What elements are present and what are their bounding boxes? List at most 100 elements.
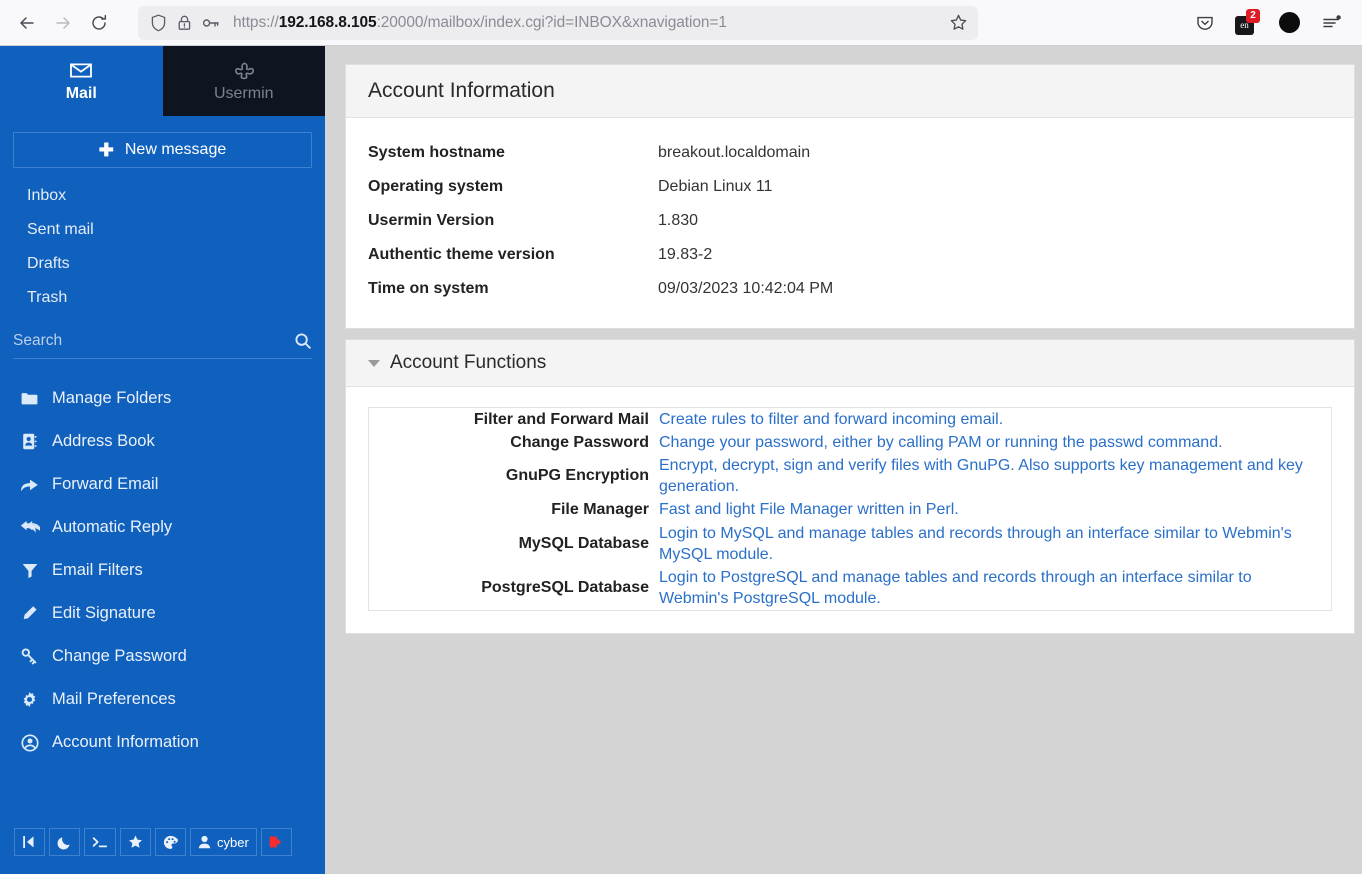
dark-mode-button[interactable] [49, 828, 80, 856]
url-path: :20000/mailbox/index.cgi?id=INBOX&xnavig… [377, 14, 727, 31]
sidebar-item-edit-signature[interactable]: Edit Signature [0, 592, 325, 635]
terminal-icon [92, 836, 108, 849]
sidebar-item-mail-preferences[interactable]: Mail Preferences [0, 678, 325, 721]
table-row: Time on system 09/03/2023 10:42:04 PM [368, 272, 833, 306]
account-information-body: System hostname breakout.localdomain Ope… [346, 118, 1354, 328]
sidebar-item-sent-mail[interactable]: Sent mail [0, 213, 325, 247]
star-outline-icon [949, 13, 968, 32]
extension-icon: en 2 [1235, 11, 1259, 35]
sidebar-item-drafts[interactable]: Drafts [0, 247, 325, 281]
url-host: 192.168.8.105 [279, 14, 377, 31]
search-input[interactable] [13, 332, 294, 350]
navigation-buttons [10, 6, 116, 40]
function-description-link[interactable]: Login to PostgreSQL and manage tables an… [659, 566, 1331, 610]
sidebar-item-forward-email[interactable]: Forward Email [0, 463, 325, 506]
gear-icon-svg [21, 691, 38, 708]
sidebar: Mail Usermin ✚ New message Inbox Sent ma… [0, 46, 325, 874]
sidebar-item-label: Email Filters [52, 561, 143, 580]
url-scheme: https:// [233, 14, 279, 31]
sidebar-footer: cyber [0, 828, 325, 874]
sidebar-item-label: Forward Email [52, 475, 158, 494]
account-functions-header[interactable]: Account Functions [346, 340, 1354, 387]
account-circle-icon [1279, 12, 1300, 33]
function-description-link[interactable]: Create rules to filter and forward incom… [659, 408, 1331, 431]
app-menu-button[interactable] [1316, 8, 1346, 38]
search-icon[interactable] [294, 332, 312, 350]
key-icon[interactable] [202, 15, 220, 31]
pencil-icon-svg [21, 605, 38, 622]
reply-all-icon-svg [20, 520, 40, 536]
plus-icon: ✚ [99, 141, 114, 159]
pocket-button[interactable] [1190, 8, 1220, 38]
table-row: Usermin Version 1.830 [368, 204, 833, 238]
reload-icon [89, 13, 109, 33]
sidebar-item-address-book[interactable]: Address Book [0, 420, 325, 463]
user-circle-icon [19, 734, 40, 752]
key-icon-svg [202, 15, 220, 31]
shield-icon[interactable] [150, 14, 167, 32]
function-description-link[interactable]: Change your password, either by calling … [659, 431, 1331, 454]
pocket-icon [1195, 13, 1215, 33]
folder-label: Drafts [27, 255, 70, 273]
reload-button[interactable] [82, 6, 116, 40]
table-row: System hostname breakout.localdomain [368, 136, 833, 170]
user-button[interactable]: cyber [190, 828, 257, 856]
function-description-link[interactable]: Fast and light File Manager written in P… [659, 498, 1331, 521]
translate-extension-button[interactable]: en 2 [1232, 8, 1262, 38]
browser-toolbar-actions: en 2 [1190, 8, 1352, 38]
row-key: Operating system [368, 170, 658, 204]
new-message-button[interactable]: ✚ New message [13, 132, 312, 168]
row-key: Time on system [368, 272, 658, 306]
table-row: PostgreSQL Database Login to PostgreSQL … [369, 566, 1331, 610]
function-name: GnuPG Encryption [369, 454, 659, 498]
table-row: File Manager Fast and light File Manager… [369, 498, 1331, 521]
account-functions-body: Filter and Forward Mail Create rules to … [346, 387, 1354, 633]
filter-icon-svg [22, 563, 38, 578]
sidebar-item-label: Mail Preferences [52, 690, 176, 709]
sidebar-item-change-password[interactable]: Change Password [0, 635, 325, 678]
folder-label: Inbox [27, 187, 66, 205]
chevron-down-icon[interactable] [368, 360, 380, 367]
back-button[interactable] [10, 6, 44, 40]
sidebar-item-label: Automatic Reply [52, 518, 172, 537]
sidebar-item-automatic-reply[interactable]: Automatic Reply [0, 506, 325, 549]
envelope-icon-svg [70, 62, 92, 79]
logout-button[interactable] [261, 828, 292, 856]
lock-warning-icon[interactable] [176, 14, 193, 32]
forward-button[interactable] [46, 6, 80, 40]
key-icon [19, 648, 40, 665]
product-tabs: Mail Usermin [0, 46, 325, 116]
row-value: 1.830 [658, 204, 833, 238]
function-name: PostgreSQL Database [369, 566, 659, 610]
url-text[interactable]: https://192.168.8.105:20000/mailbox/inde… [229, 14, 940, 32]
function-description-link[interactable]: Encrypt, decrypt, sign and verify files … [659, 454, 1331, 498]
shield-icon-svg [150, 14, 167, 32]
function-description-link[interactable]: Login to MySQL and manage tables and rec… [659, 522, 1331, 566]
function-name: MySQL Database [369, 522, 659, 566]
sidebar-item-trash[interactable]: Trash [0, 281, 325, 315]
tab-usermin[interactable]: Usermin [163, 46, 326, 116]
table-row: Change Password Change your password, ei… [369, 431, 1331, 454]
function-name: Change Password [369, 431, 659, 454]
user-name-label: cyber [217, 835, 249, 850]
sidebar-item-email-filters[interactable]: Email Filters [0, 549, 325, 592]
favorites-button[interactable] [120, 828, 151, 856]
sidebar-item-manage-folders[interactable]: Manage Folders [0, 377, 325, 420]
search-container [13, 323, 312, 359]
back-arrow-icon [17, 13, 37, 33]
bookmark-button[interactable] [949, 13, 970, 32]
terminal-button[interactable] [84, 828, 116, 856]
account-button[interactable] [1274, 8, 1304, 38]
sidebar-item-account-information[interactable]: Account Information [0, 721, 325, 764]
theme-palette-button[interactable] [155, 828, 186, 856]
hamburger-menu-icon [1320, 13, 1342, 33]
sidebar-item-label: Address Book [52, 432, 155, 451]
account-functions-box: Filter and Forward Mail Create rules to … [368, 407, 1332, 611]
sidebar-item-inbox[interactable]: Inbox [0, 179, 325, 213]
search-icon-svg [294, 332, 312, 350]
collapse-sidebar-button[interactable] [14, 828, 45, 856]
sidebar-item-label: Change Password [52, 647, 187, 666]
address-bar[interactable]: https://192.168.8.105:20000/mailbox/inde… [138, 6, 978, 40]
sidebar-nav: Manage Folders Address Book [0, 377, 325, 764]
tab-mail[interactable]: Mail [0, 46, 163, 116]
